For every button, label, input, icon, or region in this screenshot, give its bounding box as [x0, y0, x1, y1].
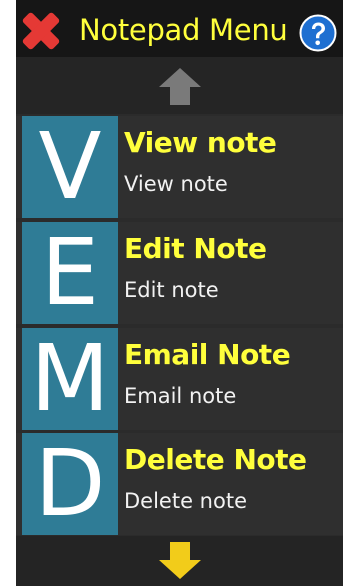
item-title: Edit Note	[124, 232, 267, 265]
menu-item-email-note[interactable]: M Email Note Email note	[16, 328, 343, 430]
item-letter-tile: E	[22, 222, 118, 324]
help-button[interactable]	[299, 14, 337, 52]
arrow-up-icon	[159, 68, 201, 105]
menu-item-view-note[interactable]: V View note View note	[16, 116, 343, 218]
item-subtitle: Delete note	[124, 489, 247, 513]
arrow-down-icon	[159, 542, 201, 579]
item-title: Delete Note	[124, 443, 307, 476]
menu-item-delete-note[interactable]: D Delete Note Delete note	[16, 433, 343, 535]
item-title: Email Note	[124, 338, 291, 371]
scroll-up-button[interactable]	[16, 57, 343, 114]
notepad-menu-screen: Notepad Menu V View note View note E Edi…	[16, 0, 343, 586]
item-subtitle: View note	[124, 172, 228, 196]
item-letter-tile: M	[22, 328, 118, 430]
item-subtitle: Edit note	[124, 278, 219, 302]
close-icon	[22, 12, 60, 50]
item-letter-tile: D	[22, 433, 118, 535]
item-title: View note	[124, 126, 277, 159]
help-icon	[299, 14, 337, 52]
menu-item-edit-note[interactable]: E Edit Note Edit note	[16, 222, 343, 324]
scroll-down-button[interactable]	[16, 536, 343, 586]
header-bar: Notepad Menu	[16, 0, 343, 57]
menu-title: Notepad Menu	[79, 13, 288, 47]
item-subtitle: Email note	[124, 384, 237, 408]
close-button[interactable]	[22, 12, 60, 50]
item-letter-tile: V	[22, 116, 118, 218]
